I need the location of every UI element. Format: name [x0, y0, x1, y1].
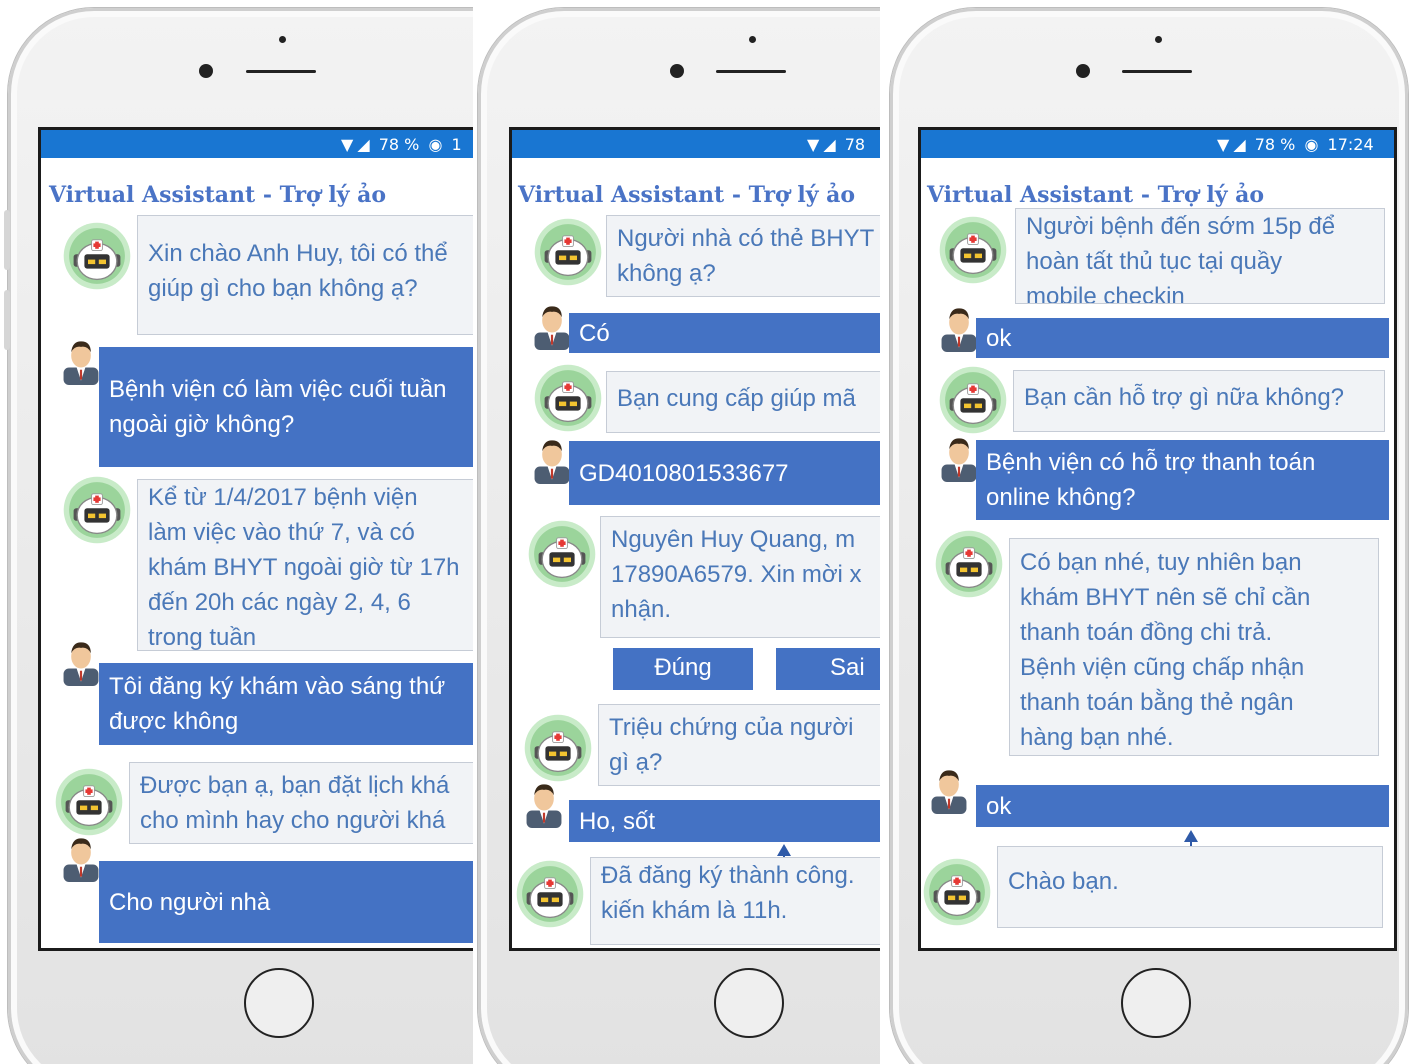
user-avatar-icon: [522, 780, 566, 828]
user-message: Bệnh viện có làm việc cuối tuần ngoài gi…: [99, 347, 473, 467]
reject-button[interactable]: Sai: [776, 648, 880, 690]
sensor: [749, 36, 756, 43]
user-message: Ho, sốt: [569, 800, 880, 842]
user-message: GD4010801533677: [569, 441, 880, 505]
signal-icon: ◢: [357, 135, 370, 154]
bot-message: Xin chào Anh Huy, tôi có thể giúp gì cho…: [137, 215, 473, 335]
earpiece-speaker: [246, 70, 316, 73]
side-button[interactable]: [4, 290, 10, 350]
app-title: Virtual Assistant - Trợ lý ảo: [518, 182, 856, 208]
user-avatar-icon: [937, 434, 981, 482]
bot-message: Chào bạn.: [997, 846, 1383, 928]
bot-avatar-icon: [53, 766, 125, 838]
user-avatar-icon: [530, 302, 574, 350]
front-camera: [199, 64, 213, 78]
bot-message: Nguyên Huy Quang, m 17890A6579. Xin mời …: [600, 516, 880, 638]
earpiece-speaker: [716, 70, 786, 73]
bot-message: Người nhà có thẻ BHYT không ạ?: [606, 215, 880, 297]
user-message: Có: [569, 313, 880, 353]
bot-avatar-icon: [61, 474, 133, 546]
earpiece-speaker: [1122, 70, 1192, 73]
home-button[interactable]: [1121, 968, 1191, 1038]
bot-message: Có bạn nhé, tuy nhiên bạn khám BHYT nên …: [1009, 538, 1379, 756]
user-avatar-icon: [927, 766, 971, 814]
clock: 1: [451, 135, 462, 154]
bot-avatar-icon: [526, 518, 598, 590]
battery-text: 78: [844, 135, 866, 154]
user-message: ok: [976, 785, 1389, 827]
bot-avatar-icon: [937, 214, 1009, 286]
bot-avatar-icon: [61, 220, 133, 292]
scroll-up-arrow-icon[interactable]: [1184, 830, 1198, 848]
sensor: [1155, 36, 1162, 43]
bot-message: Triệu chứng của người gì ạ?: [598, 704, 880, 786]
bot-avatar-icon: [532, 216, 604, 288]
status-bar: ▼ ◢ 78: [512, 130, 880, 158]
bot-avatar-icon: [921, 856, 993, 928]
sensor: [279, 36, 286, 43]
phone-panel-3: ▼ ◢ 78 % ◉ 17:24 Virtual Assistant - Trợ …: [880, 0, 1409, 1064]
side-button[interactable]: [4, 210, 10, 270]
bot-message: Đã đăng ký thành công. kiến khám là 11h.: [590, 857, 880, 945]
scroll-up-arrow-icon[interactable]: [777, 844, 791, 862]
battery-text: 78 %: [1254, 135, 1296, 154]
app-title: Virtual Assistant - Trợ lý ảo: [927, 182, 1265, 208]
front-camera: [670, 64, 684, 78]
phone-screen: ▼ ◢ 78 % ◉ 1 Virtual Assistant - Trợ lý ả…: [38, 127, 473, 951]
phone-panel-1: ▼ ◢ 78 % ◉ 1 Virtual Assistant - Trợ lý ả…: [0, 0, 473, 1064]
front-camera: [1076, 64, 1090, 78]
bot-avatar-icon: [514, 858, 586, 930]
signal-icon: ◢: [1233, 135, 1246, 154]
clock: 17:24: [1327, 135, 1374, 154]
user-avatar-icon: [59, 834, 103, 882]
user-avatar-icon: [937, 304, 981, 352]
user-avatar-icon: [59, 638, 103, 686]
home-button[interactable]: [714, 968, 784, 1038]
phone-screen: ▼ ◢ 78 Virtual Assistant - Trợ lý ảo Ngườ…: [509, 127, 880, 951]
bot-message: Bạn cung cấp giúp mã: [606, 371, 880, 433]
battery-text: 78 %: [378, 135, 420, 154]
bot-message: Được bạn ạ, bạn đặt lịch khá cho mình ha…: [129, 762, 473, 844]
user-avatar-icon: [530, 436, 574, 484]
user-message: Cho người nhà: [99, 861, 473, 943]
bot-avatar-icon: [532, 362, 604, 434]
bot-message: Người bệnh đến sớm 15p để hoàn tất thủ t…: [1015, 208, 1385, 304]
confirm-button[interactable]: Đúng: [613, 648, 753, 690]
user-message: Tôi đăng ký khám vào sáng thứ được không: [99, 663, 473, 745]
app-title: Virtual Assistant - Trợ lý ảo: [49, 182, 387, 208]
user-message: Bệnh viện có hỗ trợ thanh toán online kh…: [976, 440, 1389, 520]
status-bar: ▼ ◢ 78 % ◉ 17:24: [921, 130, 1394, 158]
bot-message: Bạn cần hỗ trợ gì nữa không?: [1013, 370, 1385, 432]
battery-icon: ◉: [428, 135, 443, 154]
phone-panel-2: ▼ ◢ 78 Virtual Assistant - Trợ lý ảo Ngườ…: [473, 0, 880, 1064]
bot-message: Kể từ 1/4/2017 bệnh viện làm việc vào th…: [137, 479, 473, 651]
wifi-icon: ▼: [1217, 135, 1230, 154]
bot-avatar-icon: [522, 712, 594, 784]
wifi-icon: ▼: [807, 135, 820, 154]
status-bar: ▼ ◢ 78 % ◉ 1: [41, 130, 473, 158]
bot-avatar-icon: [933, 528, 1005, 600]
home-button[interactable]: [244, 968, 314, 1038]
user-avatar-icon: [59, 337, 103, 385]
bot-avatar-icon: [937, 364, 1009, 436]
user-message: ok: [976, 318, 1389, 358]
wifi-icon: ▼: [341, 135, 354, 154]
battery-icon: ◉: [1304, 135, 1319, 154]
phone-screen: ▼ ◢ 78 % ◉ 17:24 Virtual Assistant - Trợ …: [918, 127, 1397, 951]
signal-icon: ◢: [823, 135, 836, 154]
